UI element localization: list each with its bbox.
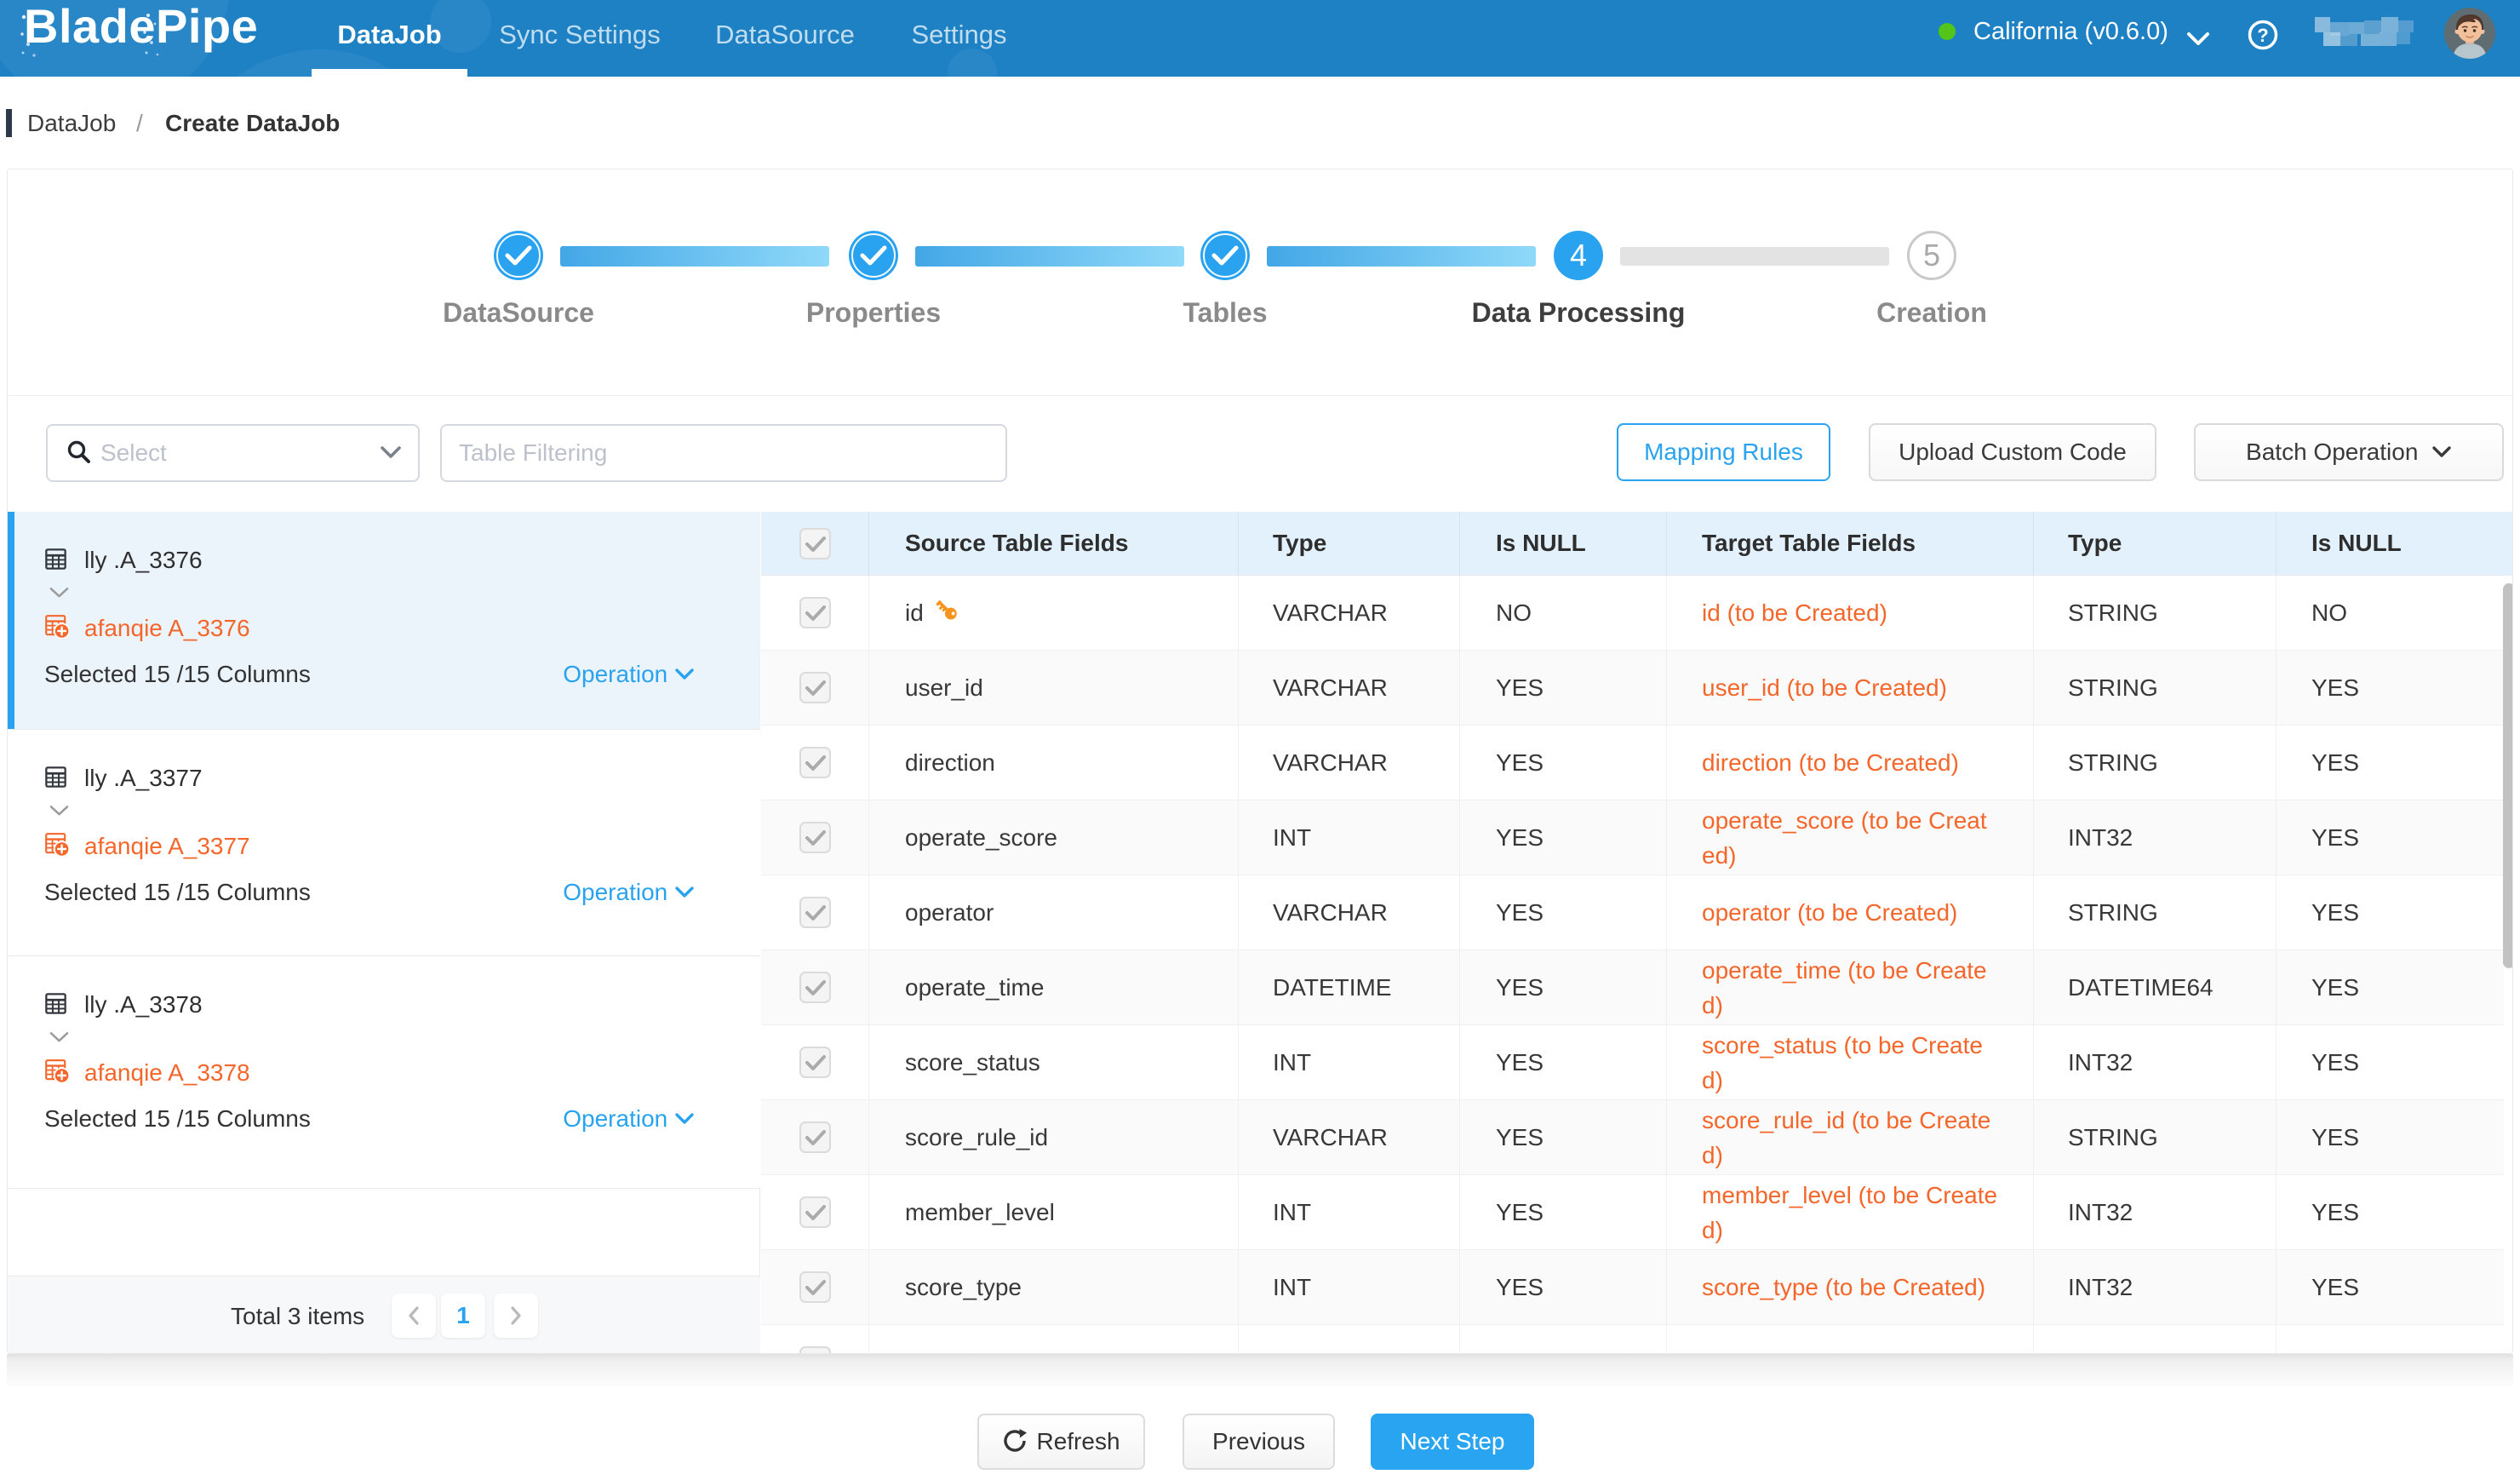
svg-text:?: ? <box>2257 25 2268 46</box>
